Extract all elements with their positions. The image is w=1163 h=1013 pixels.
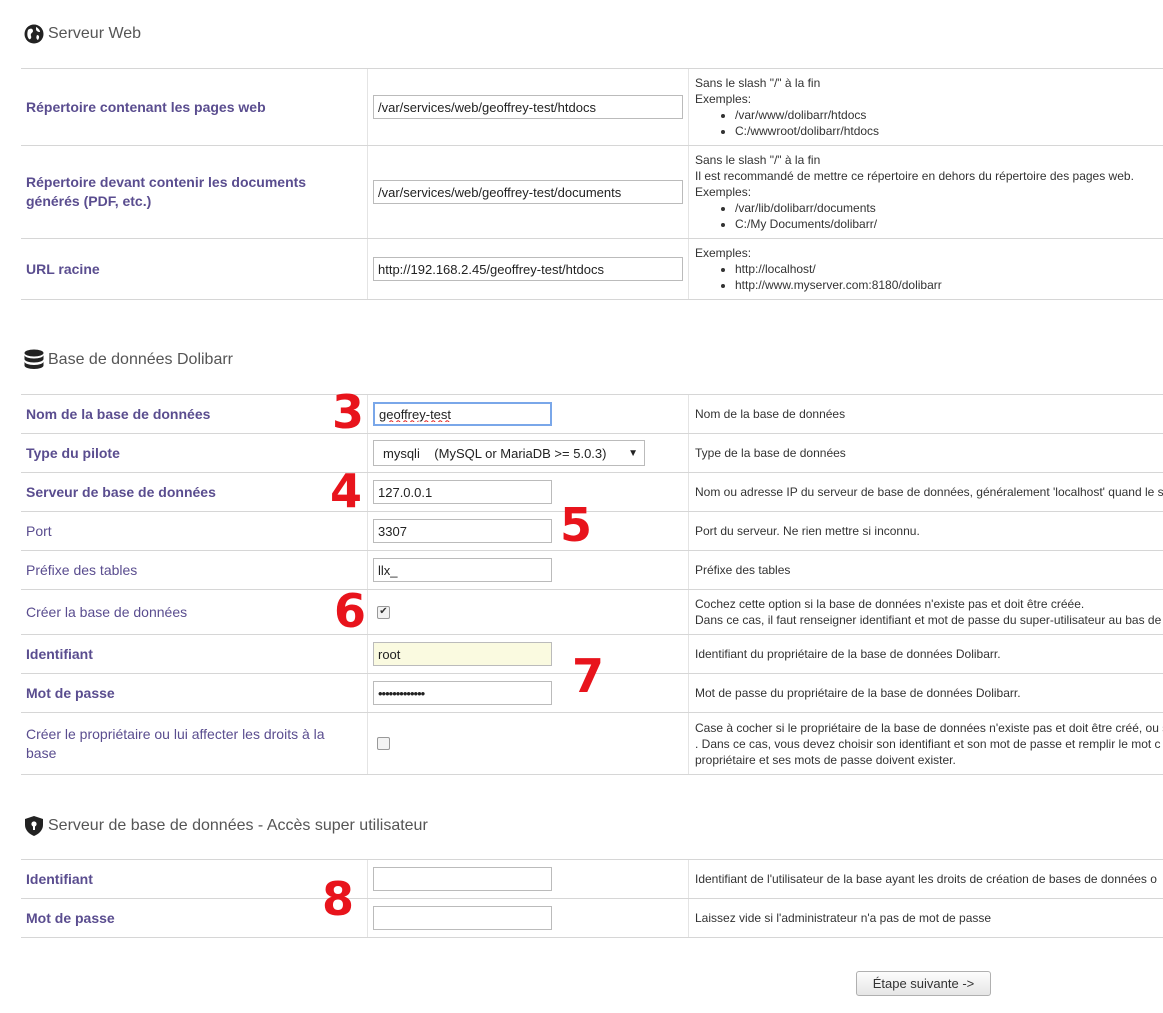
- help-port: Port du serveur. Ne rien mettre si incon…: [695, 524, 920, 538]
- label-password: Mot de passe: [26, 684, 115, 701]
- help-line: propriétaire et ses mots de passe doiven…: [695, 752, 956, 767]
- label-docdir: Répertoire devant contenir les documents…: [26, 174, 307, 209]
- help-line: Exemples:: [695, 185, 752, 199]
- shield-lock-icon: [25, 816, 43, 836]
- annotation-number: 5: [560, 498, 593, 552]
- label-create-owner: Créer le propriétaire ou lui affecter le…: [26, 725, 325, 761]
- password-input[interactable]: [373, 681, 552, 705]
- create-db-checkbox[interactable]: ✔: [377, 605, 390, 619]
- label-su-login: Identifiant: [26, 870, 93, 887]
- help-example: http://www.myserver.com:8180/dolibarr: [735, 277, 1163, 293]
- help-line: Il est recommandé de mettre ce répertoir…: [695, 169, 1134, 183]
- section-web-server-title: Serveur Web: [24, 24, 141, 44]
- help-line: Exemples:: [695, 92, 752, 106]
- section-title: Base de données Dolibarr: [48, 351, 234, 368]
- help-docdir: Sans le slash "/" à la fin Il est recomm…: [695, 146, 1163, 238]
- help-line: Sans le slash "/" à la fin: [695, 76, 821, 90]
- driver-selected-value: mysqli (MySQL or MariaDB >= 5.0.3): [383, 445, 607, 461]
- label-prefix: Préfixe des tables: [26, 561, 138, 578]
- row-create-owner: Créer le propriétaire ou lui affecter le…: [21, 713, 1163, 775]
- label-login: Identifiant: [26, 645, 93, 662]
- row-driver: Type du pilote mysqli (MySQL or MariaDB …: [21, 434, 1163, 473]
- help-login: Identifiant du propriétaire de la base d…: [695, 647, 1001, 661]
- help-password: Mot de passe du propriétaire de la base …: [695, 686, 1021, 700]
- help-line: Sans le slash "/" à la fin: [695, 153, 821, 167]
- row-docdir: Répertoire devant contenir les documents…: [21, 146, 1163, 239]
- row-su-login: Identifiant Identifiant de l'utilisateur…: [21, 860, 1163, 899]
- database-icon: [24, 349, 44, 369]
- help-line: Exemples:: [695, 246, 752, 260]
- label-driver: Type du pilote: [26, 444, 120, 461]
- superuser-table: Identifiant Identifiant de l'utilisateur…: [21, 859, 1163, 938]
- su-login-input[interactable]: [373, 867, 552, 891]
- section-title: Serveur de base de données - Accès super…: [48, 817, 428, 834]
- annotation-number: 8: [322, 872, 355, 926]
- webdir-input[interactable]: [373, 95, 683, 119]
- help-prefix: Préfixe des tables: [695, 563, 791, 577]
- help-example: http://localhost/: [735, 261, 1163, 277]
- port-input[interactable]: [373, 519, 552, 543]
- row-url: URL racine Exemples: http://localhost/ h…: [21, 239, 1163, 300]
- section-database-title: Base de données Dolibarr: [24, 349, 233, 371]
- label-webdir: Répertoire contenant les pages web: [26, 98, 266, 115]
- row-su-password: Mot de passe Laissez vide si l'administr…: [21, 899, 1163, 938]
- label-port: Port: [26, 522, 52, 539]
- help-db-name: Nom de la base de données: [695, 407, 846, 421]
- annotation-number: 4: [330, 464, 363, 518]
- help-su-password: Laissez vide si l'administrateur n'a pas…: [695, 911, 992, 925]
- section-superuser-title: Serveur de base de données - Accès super…: [24, 815, 428, 837]
- help-url: Exemples: http://localhost/ http://www.m…: [695, 239, 1163, 299]
- docdir-input[interactable]: [373, 180, 683, 204]
- driver-select[interactable]: mysqli (MySQL or MariaDB >= 5.0.3) ▼: [373, 440, 645, 466]
- help-example: /var/lib/dolibarr/documents: [735, 200, 1163, 216]
- label-create-db: Créer la base de données: [26, 603, 188, 620]
- url-input[interactable]: [373, 257, 683, 281]
- web-server-table: Répertoire contenant les pages web Sans …: [21, 68, 1163, 300]
- annotation-number: 6: [334, 584, 367, 638]
- help-su-login: Identifiant de l'utilisateur de la base …: [695, 872, 1157, 886]
- server-input[interactable]: [373, 480, 552, 504]
- help-webdir: Sans le slash "/" à la fin Exemples: /va…: [695, 69, 1163, 145]
- help-example: /var/www/dolibarr/htdocs: [735, 107, 1163, 123]
- row-prefix: Préfixe des tables Préfixe des tables: [21, 551, 1163, 590]
- help-line: Case à cocher si le propriétaire de la b…: [695, 720, 1163, 735]
- help-example: C:/My Documents/dolibarr/: [735, 216, 1163, 232]
- help-example: C:/wwwroot/dolibarr/htdocs: [735, 123, 1163, 139]
- help-driver: Type de la base de données: [695, 446, 846, 460]
- db-name-input[interactable]: [373, 402, 552, 426]
- section-title: Serveur Web: [48, 25, 142, 42]
- chevron-down-icon: ▼: [628, 447, 638, 459]
- row-db-name: Nom de la base de données Nom de la base…: [21, 395, 1163, 434]
- label-su-password: Mot de passe: [26, 909, 115, 926]
- help-create-owner: Case à cocher si le propriétaire de la b…: [695, 713, 1163, 774]
- annotation-number: 7: [572, 649, 605, 703]
- help-line: . Dans ce cas, vous devez choisir son id…: [695, 736, 1161, 751]
- database-table: Nom de la base de données Nom de la base…: [21, 394, 1163, 775]
- help-line: Cochez cette option si la base de donnée…: [695, 597, 1085, 611]
- create-owner-checkbox[interactable]: [377, 737, 390, 750]
- help-line: Dans ce cas, il faut renseigner identifi…: [695, 613, 1162, 627]
- row-webdir: Répertoire contenant les pages web Sans …: [21, 69, 1163, 146]
- label-db-name: Nom de la base de données: [26, 405, 211, 422]
- label-server: Serveur de base de données: [26, 483, 216, 500]
- next-step-button[interactable]: Étape suivante ->: [856, 971, 991, 996]
- help-create-db: Cochez cette option si la base de donnée…: [695, 590, 1163, 634]
- row-create-db: Créer la base de données ✔ Cochez cette …: [21, 590, 1163, 635]
- login-input[interactable]: [373, 642, 552, 666]
- annotation-number: 3: [332, 385, 365, 439]
- label-url: URL racine: [26, 260, 100, 277]
- help-server: Nom ou adresse IP du serveur de base de …: [695, 485, 1163, 499]
- globe-icon: [24, 24, 44, 44]
- prefix-input[interactable]: [373, 558, 552, 582]
- su-password-input[interactable]: [373, 906, 552, 930]
